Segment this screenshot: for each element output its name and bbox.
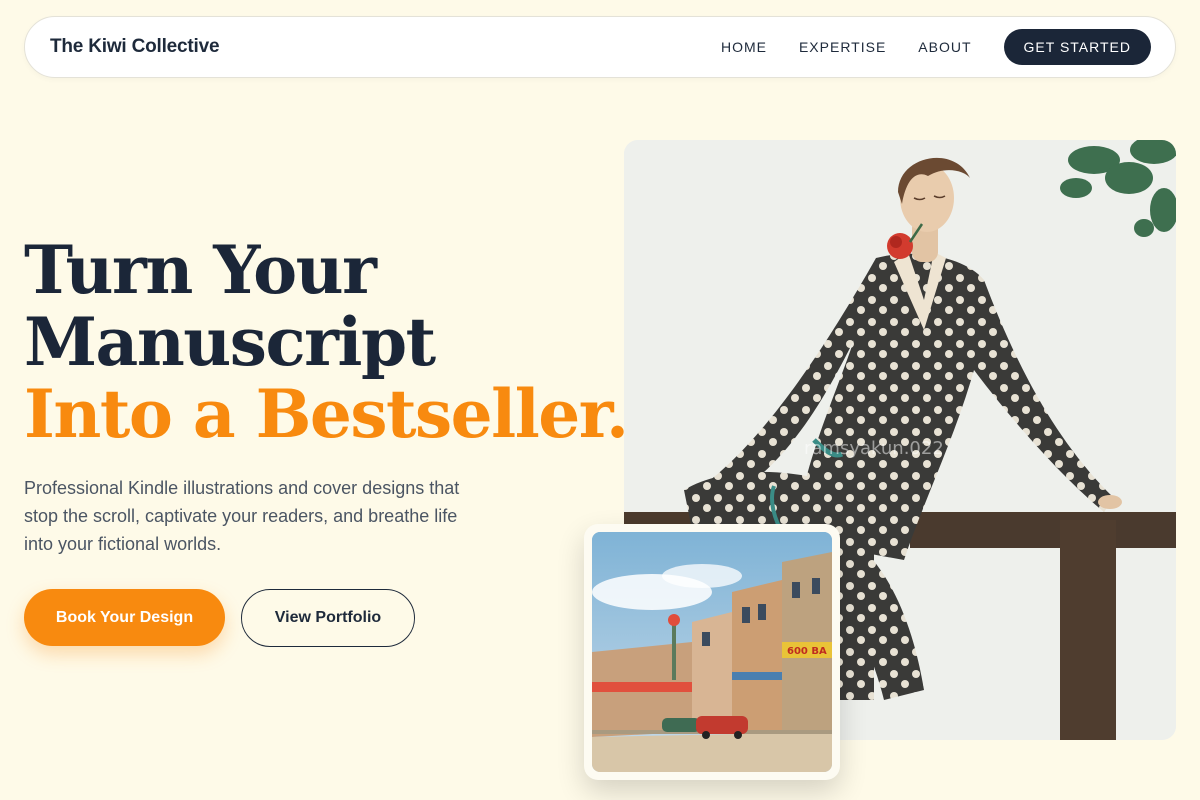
- brand-logo[interactable]: The Kiwi Collective: [50, 36, 220, 58]
- postcard-inset: 600 BA: [584, 524, 840, 780]
- storefront-sign: 600 BA: [787, 646, 827, 657]
- image-watermark: ramsyakun.022: [804, 438, 944, 459]
- nav-expertise-link[interactable]: EXPERTISE: [799, 39, 886, 55]
- get-started-button[interactable]: GET STARTED: [1003, 29, 1151, 65]
- nav-home-link[interactable]: HOME: [721, 39, 767, 55]
- headline-line-1: Turn Your: [24, 231, 377, 309]
- top-navbar: The Kiwi Collective HOME EXPERTISE ABOUT…: [24, 16, 1176, 78]
- view-portfolio-button[interactable]: View Portfolio: [241, 589, 415, 647]
- headline-accent: Into a Bestseller.: [24, 375, 629, 453]
- hero-headline: Turn Your Manuscript Into a Bestseller.: [24, 231, 629, 453]
- hero-subtext: Professional Kindle illustrations and co…: [24, 478, 460, 554]
- nav-links: HOME EXPERTISE ABOUT GET STARTED: [721, 29, 1151, 65]
- book-design-button[interactable]: Book Your Design: [24, 589, 225, 646]
- nav-about-link[interactable]: ABOUT: [918, 39, 971, 55]
- headline-line-2: Manuscript: [24, 303, 436, 381]
- street-scene-image: 600 BA: [592, 532, 832, 772]
